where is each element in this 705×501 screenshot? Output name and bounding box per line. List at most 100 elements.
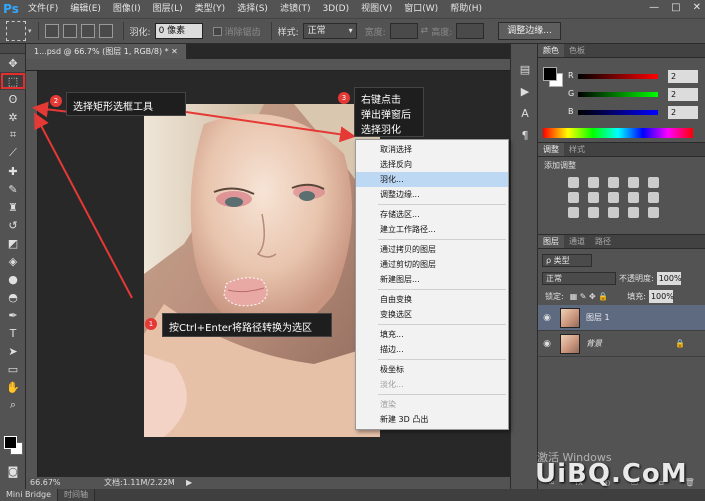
zoom-level[interactable]: 66.67% [30, 477, 61, 489]
eye-icon[interactable]: ◉ [538, 313, 556, 323]
clone-stamp-tool-icon[interactable]: ♜ [0, 198, 26, 216]
hand-tool-icon[interactable]: ✋ [0, 378, 26, 396]
tab-paths[interactable]: 路径 [590, 235, 616, 248]
status-menu-arrow[interactable]: ▶ [186, 477, 192, 489]
pen-tool-icon[interactable]: ✒ [0, 306, 26, 324]
menu-help[interactable]: 帮助(H) [444, 0, 488, 18]
menu-item-deselect[interactable]: 取消选择 [356, 142, 508, 157]
menu-edit[interactable]: 编辑(E) [64, 0, 107, 18]
tool-preset-picker[interactable] [6, 21, 26, 41]
paint-bucket-tool-icon[interactable]: ◈ [0, 252, 26, 270]
character-panel-icon[interactable]: A [511, 102, 539, 124]
threshold-icon[interactable] [588, 207, 599, 218]
color-balance-icon[interactable] [568, 192, 579, 203]
canvas-image[interactable] [144, 104, 380, 437]
brightness-icon[interactable] [568, 177, 579, 188]
green-value[interactable]: 2 [668, 88, 698, 101]
color-lookup-icon[interactable] [648, 192, 659, 203]
black-white-icon[interactable] [588, 192, 599, 203]
menu-item-layer-via-cut[interactable]: 通过剪切的图层 [356, 257, 508, 272]
antialias-checkbox[interactable] [212, 26, 222, 36]
brush-tool-icon[interactable]: ✎ [0, 180, 26, 198]
blue-value[interactable]: 2 [668, 106, 698, 119]
opacity-input[interactable]: 100% [656, 271, 682, 285]
tab-styles[interactable]: 样式 [564, 143, 590, 156]
foreground-color-swatch[interactable] [4, 436, 17, 449]
pattern-icon[interactable] [648, 207, 659, 218]
toolbar-grip[interactable] [0, 44, 25, 54]
curves-icon[interactable] [608, 177, 619, 188]
dodge-tool-icon[interactable]: ◓ [0, 288, 26, 306]
menu-filter[interactable]: 滤镜(T) [274, 0, 317, 18]
blue-slider[interactable] [578, 110, 658, 115]
eye-icon[interactable]: ◉ [538, 339, 556, 349]
type-tool-icon[interactable]: T [0, 324, 26, 342]
photo-filter-icon[interactable] [608, 192, 619, 203]
chevron-down-icon[interactable]: ▾ [28, 27, 32, 35]
minimize-button[interactable]: — [649, 2, 659, 13]
paragraph-panel-icon[interactable]: ¶ [511, 124, 539, 146]
crop-tool-icon[interactable]: ⌗ [0, 126, 26, 144]
path-selection-tool-icon[interactable]: ➤ [0, 342, 26, 360]
red-slider[interactable] [578, 74, 658, 79]
menu-item-stroke[interactable]: 描边... [356, 342, 508, 357]
menu-file[interactable]: 文件(F) [22, 0, 64, 18]
subtract-selection-icon[interactable] [80, 24, 95, 38]
close-button[interactable]: ✕ [693, 2, 701, 13]
layer-row-layer1[interactable]: ◉ 图层 1 [538, 305, 705, 331]
healing-brush-tool-icon[interactable]: ✚ [0, 162, 26, 180]
add-selection-icon[interactable] [62, 24, 77, 38]
menu-item-select-inverse[interactable]: 选择反向 [356, 157, 508, 172]
blend-mode-select[interactable]: 正常 [542, 271, 616, 285]
tab-timeline[interactable]: 时间轴 [58, 489, 96, 501]
menu-item-refine-edge[interactable]: 调整边缘... [356, 187, 508, 202]
height-input[interactable] [456, 23, 485, 39]
tab-adjustments[interactable]: 调整 [538, 143, 564, 156]
menu-item-polar-coordinates[interactable]: 极坐标 [356, 362, 508, 377]
tab-channels[interactable]: 通道 [564, 235, 590, 248]
horizontal-ruler[interactable] [26, 59, 510, 71]
history-brush-tool-icon[interactable]: ↺ [0, 216, 26, 234]
menu-item-save-selection[interactable]: 存储选区... [356, 207, 508, 222]
tab-mini-bridge[interactable]: Mini Bridge [0, 489, 59, 501]
width-input[interactable] [389, 23, 418, 39]
menu-item-new-layer[interactable]: 新建图层... [356, 272, 508, 287]
magic-wand-tool-icon[interactable]: ✲ [0, 108, 26, 126]
swap-icon[interactable]: ⇄ [421, 26, 429, 36]
red-value[interactable]: 2 [668, 70, 698, 83]
fill-input[interactable]: 100% [648, 289, 674, 303]
green-slider[interactable] [578, 92, 658, 97]
menu-item-transform-selection[interactable]: 变换选区 [356, 307, 508, 322]
rectangle-tool-icon[interactable]: ▭ [0, 360, 26, 378]
menu-image[interactable]: 图像(I) [107, 0, 147, 18]
zoom-tool-icon[interactable]: ⌕ [0, 396, 26, 414]
maximize-button[interactable]: □ [671, 2, 680, 13]
lasso-tool-icon[interactable]: ʘ [0, 90, 26, 108]
levels-icon[interactable] [588, 177, 599, 188]
refine-edge-button[interactable]: 调整边缘... [498, 22, 561, 40]
menu-window[interactable]: 窗口(W) [398, 0, 444, 18]
color-spectrum-ramp[interactable] [543, 128, 693, 138]
tab-layers[interactable]: 图层 [538, 235, 564, 248]
selective-color-icon[interactable] [608, 207, 619, 218]
menu-item-free-transform[interactable]: 自由变换 [356, 292, 508, 307]
quick-mask-icon[interactable]: ◙ [0, 462, 26, 480]
style-select[interactable]: 正常 [302, 23, 357, 39]
menu-item-feather[interactable]: 羽化... [356, 172, 508, 187]
new-selection-icon[interactable] [44, 24, 59, 38]
eraser-tool-icon[interactable]: ◩ [0, 234, 26, 252]
intersect-selection-icon[interactable] [98, 24, 113, 38]
menu-view[interactable]: 视图(V) [355, 0, 398, 18]
menu-layer[interactable]: 图层(L) [147, 0, 189, 18]
posterize-icon[interactable] [568, 207, 579, 218]
menu-item-fill[interactable]: 填充... [356, 327, 508, 342]
lock-icons[interactable]: ▦ ✎ ✥ 🔒 [570, 292, 609, 301]
menu-type[interactable]: 类型(Y) [189, 0, 232, 18]
exposure-icon[interactable] [628, 177, 639, 188]
history-panel-icon[interactable]: ▤ [511, 58, 539, 80]
menu-select[interactable]: 选择(S) [231, 0, 274, 18]
layer-row-background[interactable]: ◉ 背景 🔒 [538, 331, 705, 357]
tab-swatches[interactable]: 色板 [564, 44, 590, 57]
vibrance-icon[interactable] [648, 177, 659, 188]
menu-item-new-3d-extrusion[interactable]: 新建 3D 凸出 [356, 412, 508, 427]
